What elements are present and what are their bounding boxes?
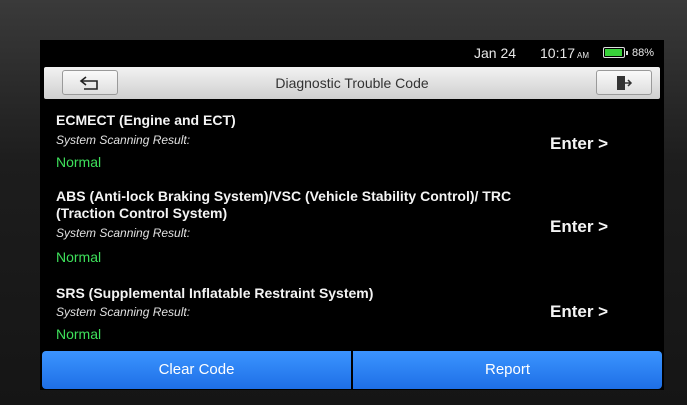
system-name: SRS (Supplemental Inflatable Restraint S… [56,285,374,301]
page-title: Diagnostic Trouble Code [275,75,429,91]
status-ampm: AM [577,51,590,60]
system-item-srs: SRS (Supplemental Inflatable Restraint S… [40,285,664,345]
exit-button[interactable] [596,70,652,95]
system-scan-label: System Scanning Result: [56,133,191,147]
status-time: 10:17 AM [540,45,589,61]
status-clock: 10:17 [540,45,576,61]
system-scan-result: Normal [56,154,102,170]
status-date: Jan 24 [474,45,517,61]
report-button[interactable]: Report [353,351,662,389]
battery-percent: 88% [632,47,655,59]
enter-button[interactable]: Enter > [550,134,608,154]
battery-icon [603,47,628,58]
system-scan-label: System Scanning Result: [56,305,191,319]
system-name: ECMECT (Engine and ECT) [56,112,236,128]
system-scan-label: System Scanning Result: [56,226,191,240]
exit-door-icon [617,75,633,90]
system-item-ecmect: ECMECT (Engine and ECT) System Scanning … [40,112,664,174]
title-bar: Diagnostic Trouble Code [44,67,660,99]
enter-button[interactable]: Enter > [550,217,608,237]
system-scan-result: Normal [56,249,102,265]
clear-code-button[interactable]: Clear Code [42,351,351,389]
system-scan-result: Normal [56,326,102,342]
enter-button[interactable]: Enter > [550,302,608,322]
tablet-screen: Jan 24 10:17 AM 88% Diagnostic Trouble Co… [40,40,664,390]
system-item-abs: ABS (Anti-lock Braking System)/VSC (Vehi… [40,188,664,268]
bottom-action-bar: Clear Code Report [42,351,662,389]
system-name: ABS (Anti-lock Braking System)/VSC (Vehi… [56,188,512,221]
status-bar: Jan 24 10:17 AM 88% [40,40,664,64]
